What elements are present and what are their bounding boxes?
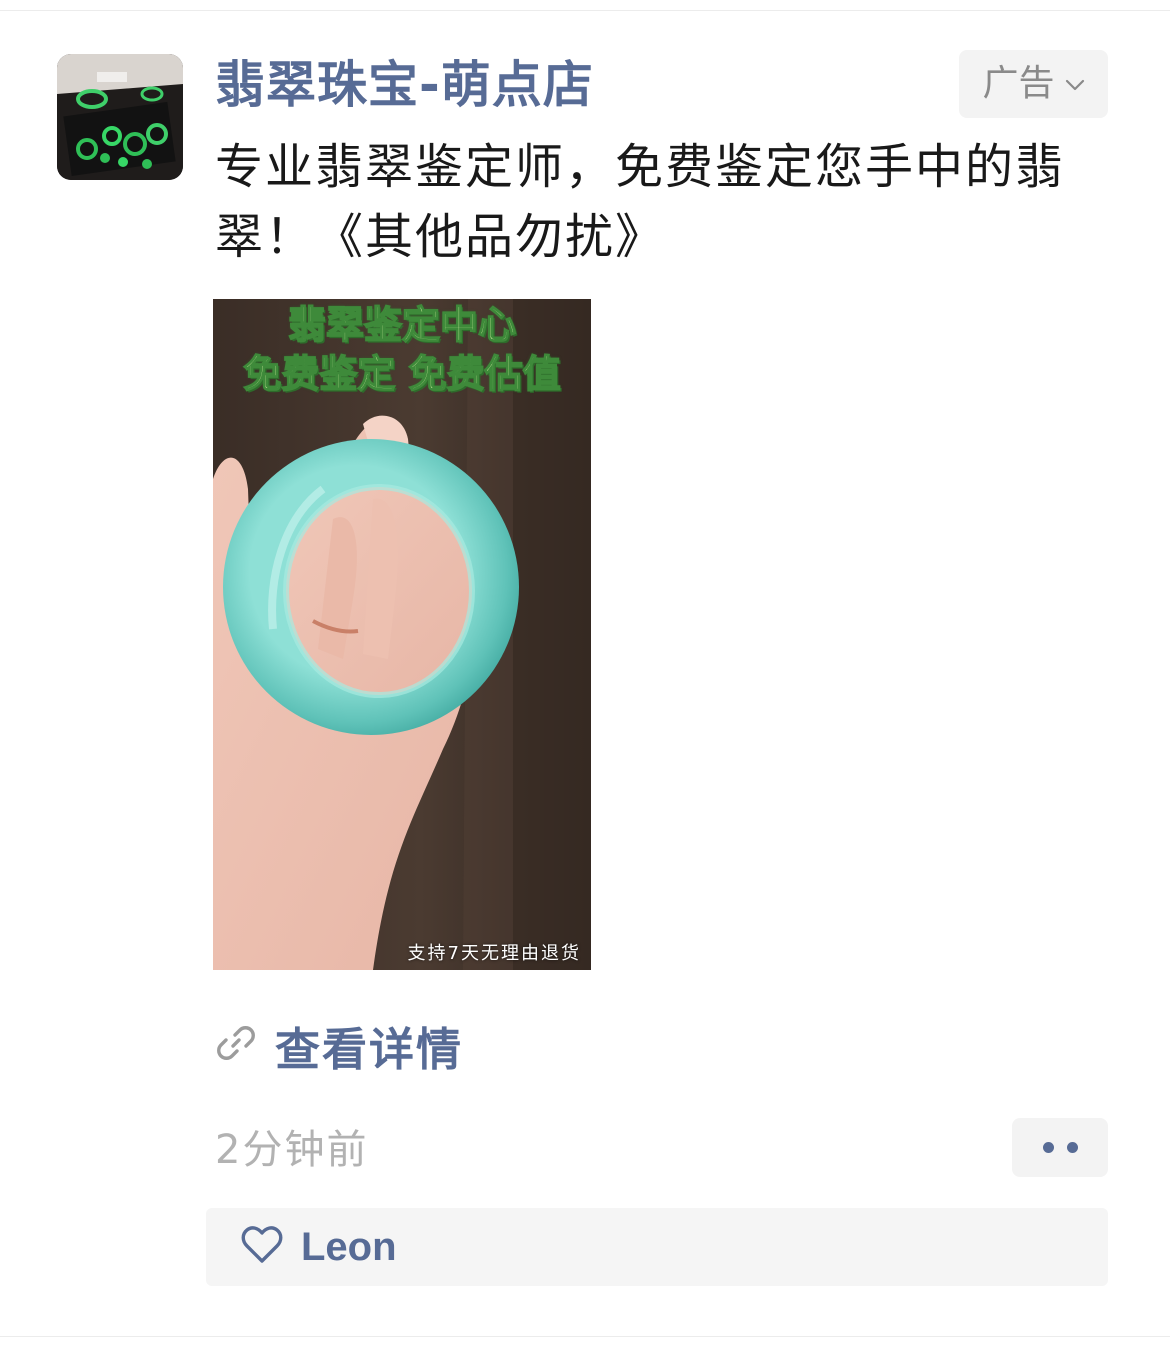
ad-media-image[interactable]: 翡翠鉴定中心 免费鉴定 免费估值 支持7天无理由退货 [213,299,591,970]
media-headline-1: 翡翠鉴定中心 [287,302,517,348]
post-text: 专业翡翠鉴定师，免费鉴定您手中的翡翠！《其他品勿扰》 [215,139,1066,265]
more-dots-icon [1066,1142,1078,1153]
account-name[interactable]: 翡翠珠宝-萌点店 [215,52,594,118]
liker-name[interactable]: Leon [301,1225,397,1270]
media-caption: 支持7天无理由退货 [407,943,581,964]
likes-panel: Leon [206,1208,1108,1286]
bottom-divider [0,1336,1170,1337]
ad-badge-button[interactable]: 广告 [959,50,1108,118]
more-button[interactable] [1012,1118,1108,1177]
bangle-photo [213,299,591,970]
heart-outline-icon [241,1226,283,1268]
chevron-down-icon [1065,77,1085,96]
avatar-image [57,54,183,180]
top-divider [0,10,1170,11]
account-avatar[interactable] [57,54,183,180]
link-icon [215,1022,257,1068]
media-headline-2: 免费鉴定 免费估值 [243,351,562,397]
view-details-label: 查看详情 [275,1022,464,1076]
view-details-link[interactable]: 查看详情 [215,1014,463,1076]
ad-label: 广告 [982,63,1055,104]
post-timestamp: 2分钟前 [215,1127,369,1173]
more-dots-icon [1042,1142,1054,1153]
